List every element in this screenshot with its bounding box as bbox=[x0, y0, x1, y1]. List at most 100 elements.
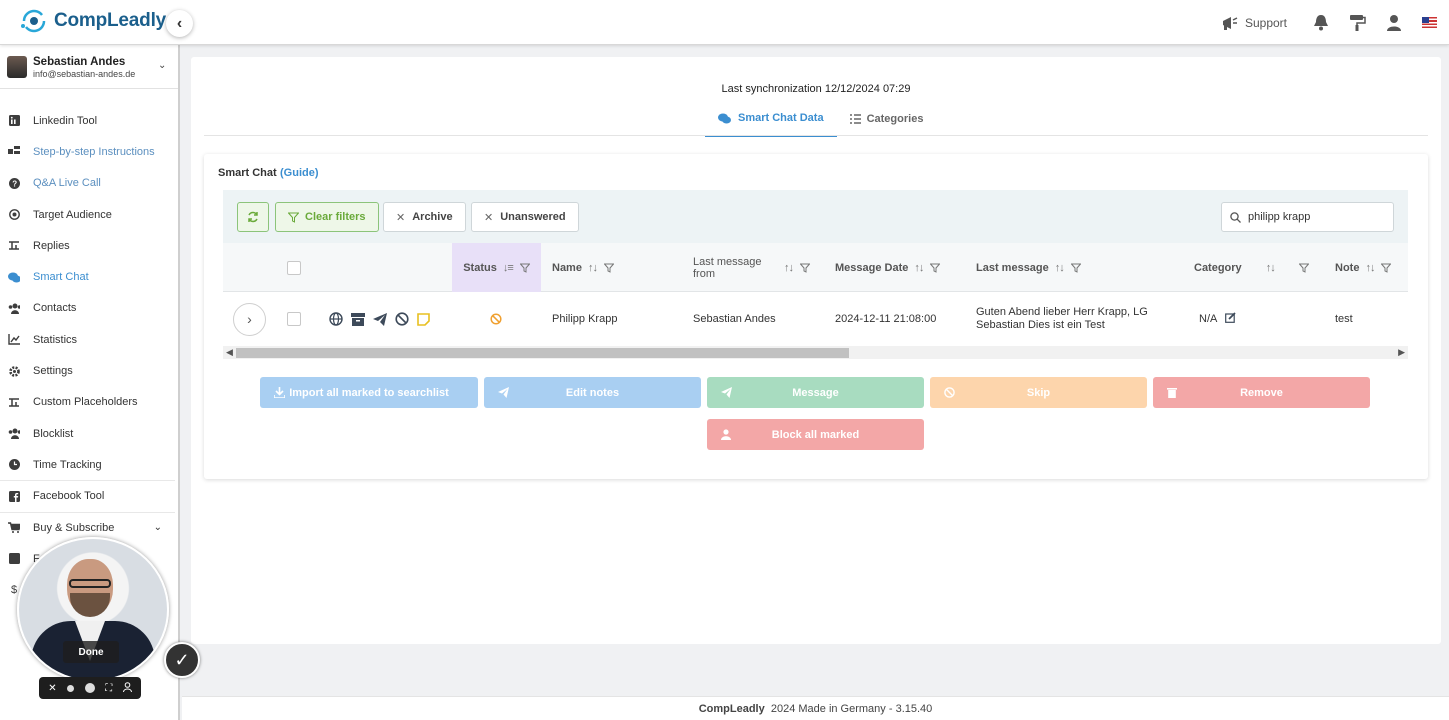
column-label: Status bbox=[463, 261, 497, 274]
note-icon[interactable] bbox=[417, 312, 430, 326]
support-link[interactable]: Support bbox=[1221, 15, 1287, 31]
column-last-message-from[interactable]: Last message from bbox=[693, 243, 773, 292]
sort-icon[interactable]: ↑↓ bbox=[784, 262, 794, 274]
column-category[interactable]: Category ↑↓ bbox=[1194, 243, 1309, 292]
sidebar-item-settings[interactable]: Settings bbox=[0, 355, 178, 386]
sidebar-item-smart-chat[interactable]: Smart Chat bbox=[0, 261, 178, 292]
search-box[interactable] bbox=[1221, 202, 1394, 232]
column-message-date[interactable]: Message Date ↑↓ bbox=[835, 243, 941, 292]
row-checkbox[interactable] bbox=[287, 292, 301, 346]
chevron-down-icon: ⌄ bbox=[153, 522, 162, 533]
sidebar-item-target-audience[interactable]: Target Audience bbox=[0, 199, 178, 230]
user-block-icon bbox=[721, 429, 731, 440]
filter-icon[interactable] bbox=[603, 263, 614, 273]
tab-categories[interactable]: Categories bbox=[837, 101, 937, 137]
column-status[interactable]: Status ↓≡ bbox=[452, 243, 541, 292]
divider bbox=[0, 480, 175, 481]
sidebar-item-replies[interactable]: Replies bbox=[0, 230, 178, 261]
column-label: Last message bbox=[976, 261, 1049, 274]
sidebar-item-instructions[interactable]: Step-by-step Instructions bbox=[0, 136, 178, 167]
filter-icon[interactable] bbox=[930, 263, 941, 273]
sidebar-item-qa-live-call[interactable]: ? Q&A Live Call bbox=[0, 168, 178, 199]
block-icon[interactable] bbox=[395, 312, 409, 326]
remove-button[interactable]: Remove bbox=[1153, 377, 1370, 408]
sort-icon[interactable]: ↑↓ bbox=[588, 262, 598, 274]
sort-icon[interactable]: ↑↓ bbox=[1266, 262, 1276, 274]
theme-button[interactable] bbox=[1349, 14, 1366, 31]
sort-icon[interactable]: ↑↓ bbox=[1365, 262, 1375, 274]
table-toolbar: Clear filters ✕ Archive ✕ Unanswered bbox=[223, 190, 1408, 243]
done-button[interactable]: Done bbox=[63, 641, 119, 663]
edit-icon[interactable] bbox=[1225, 312, 1236, 326]
message-button[interactable]: Message bbox=[707, 377, 924, 408]
sidebar-item-label: Replies bbox=[33, 239, 70, 252]
sidebar-item-custom-placeholders[interactable]: Custom Placeholders bbox=[0, 387, 178, 418]
sort-desc-icon[interactable]: ↓≡ bbox=[503, 262, 514, 274]
table-header: Status ↓≡ Name ↑↓ Last message from ↑↓ M… bbox=[223, 243, 1408, 292]
sidebar-item-time-tracking[interactable]: Time Tracking bbox=[0, 449, 178, 480]
user-profile[interactable]: Sebastian Andes info@sebastian-andes.de … bbox=[0, 45, 178, 89]
block-all-marked-button[interactable]: Block all marked bbox=[707, 419, 924, 450]
skip-label: Skip bbox=[1026, 386, 1051, 399]
filter-icon[interactable] bbox=[1381, 263, 1392, 273]
refresh-button[interactable] bbox=[237, 202, 269, 232]
send-icon[interactable] bbox=[373, 312, 387, 326]
notifications-button[interactable] bbox=[1313, 14, 1329, 31]
import-to-searchlist-button[interactable]: Import all marked to searchlist bbox=[260, 377, 478, 408]
facebook-icon bbox=[8, 553, 20, 565]
us-flag-icon[interactable] bbox=[1422, 17, 1437, 28]
logo[interactable]: CompLeadly bbox=[20, 9, 166, 33]
tab-smart-chat-data[interactable]: Smart Chat Data bbox=[705, 101, 837, 137]
check-bubble-icon[interactable]: ✓ bbox=[164, 642, 200, 678]
filter-icon[interactable] bbox=[1298, 263, 1309, 273]
row-actions bbox=[329, 292, 438, 346]
guide-link[interactable]: (Guide) bbox=[280, 167, 319, 179]
expand-row-button[interactable]: › bbox=[233, 292, 266, 346]
chat-icon bbox=[718, 113, 731, 123]
collapse-sidebar-button[interactable]: ‹ bbox=[166, 10, 193, 37]
chevron-down-icon[interactable]: ⌄ bbox=[158, 60, 166, 71]
scroll-left-icon[interactable]: ◀ bbox=[226, 346, 233, 359]
filter-icon[interactable] bbox=[519, 263, 530, 273]
close-icon[interactable]: ✕ bbox=[48, 683, 56, 694]
panel-title: Smart Chat bbox=[218, 167, 277, 179]
cell-last-message: Guten Abend lieber Herr Krapp, LG Sebast… bbox=[976, 292, 1156, 346]
chat-icon bbox=[8, 271, 20, 283]
clear-filters-button[interactable]: Clear filters bbox=[275, 202, 379, 232]
size-small-icon[interactable] bbox=[67, 684, 75, 692]
column-note[interactable]: Note ↑↓ bbox=[1335, 243, 1392, 292]
horizontal-scrollbar[interactable]: ◀ ▶ bbox=[223, 346, 1408, 359]
sidebar-item-facebook-tool[interactable]: Facebook Tool bbox=[0, 481, 178, 512]
sort-icon[interactable]: ↑↓ bbox=[1055, 262, 1065, 274]
logo-text: CompLeadly bbox=[54, 10, 167, 31]
globe-icon[interactable] bbox=[329, 312, 343, 326]
fullscreen-icon[interactable]: ⛶ bbox=[105, 683, 112, 694]
column-name[interactable]: Name ↑↓ bbox=[552, 243, 614, 292]
edit-notes-button[interactable]: Edit notes bbox=[484, 377, 701, 408]
filter-icon[interactable] bbox=[1070, 263, 1081, 273]
person-icon[interactable] bbox=[122, 681, 132, 695]
scrollbar-thumb[interactable] bbox=[236, 348, 849, 358]
unanswered-button[interactable]: ✕ Unanswered bbox=[471, 202, 579, 232]
search-input[interactable] bbox=[1248, 211, 1388, 223]
sidebar-item-label: Blocklist bbox=[33, 427, 74, 440]
profile-button[interactable] bbox=[1386, 14, 1402, 31]
filter-icon[interactable] bbox=[800, 263, 810, 273]
sidebar-item-blocklist[interactable]: Blocklist bbox=[0, 418, 178, 449]
archive-label: Archive bbox=[412, 211, 453, 223]
skip-button[interactable]: Skip bbox=[930, 377, 1147, 408]
sidebar-item-statistics[interactable]: Statistics bbox=[0, 324, 178, 355]
presenter-video[interactable]: Done bbox=[17, 537, 169, 682]
scroll-right-icon[interactable]: ▶ bbox=[1398, 346, 1405, 359]
sort-icon[interactable]: ↑↓ bbox=[914, 262, 924, 274]
sidebar-item-contacts[interactable]: Contacts bbox=[0, 293, 178, 324]
column-last-message[interactable]: Last message ↑↓ bbox=[976, 243, 1081, 292]
archive-button[interactable]: ✕ Archive bbox=[383, 202, 466, 232]
archive-icon[interactable] bbox=[351, 312, 365, 326]
size-large-icon[interactable] bbox=[84, 683, 95, 693]
select-all-checkbox[interactable] bbox=[287, 243, 301, 292]
edit-notes-label: Edit notes bbox=[565, 386, 620, 399]
table-row[interactable]: › Philipp Krapp Sebastian Andes 2024-12-… bbox=[223, 292, 1408, 346]
sidebar-item-linkedin-tool[interactable]: Linkedin Tool bbox=[0, 105, 178, 136]
sidebar-item-label: Facebook Tool bbox=[33, 490, 105, 503]
